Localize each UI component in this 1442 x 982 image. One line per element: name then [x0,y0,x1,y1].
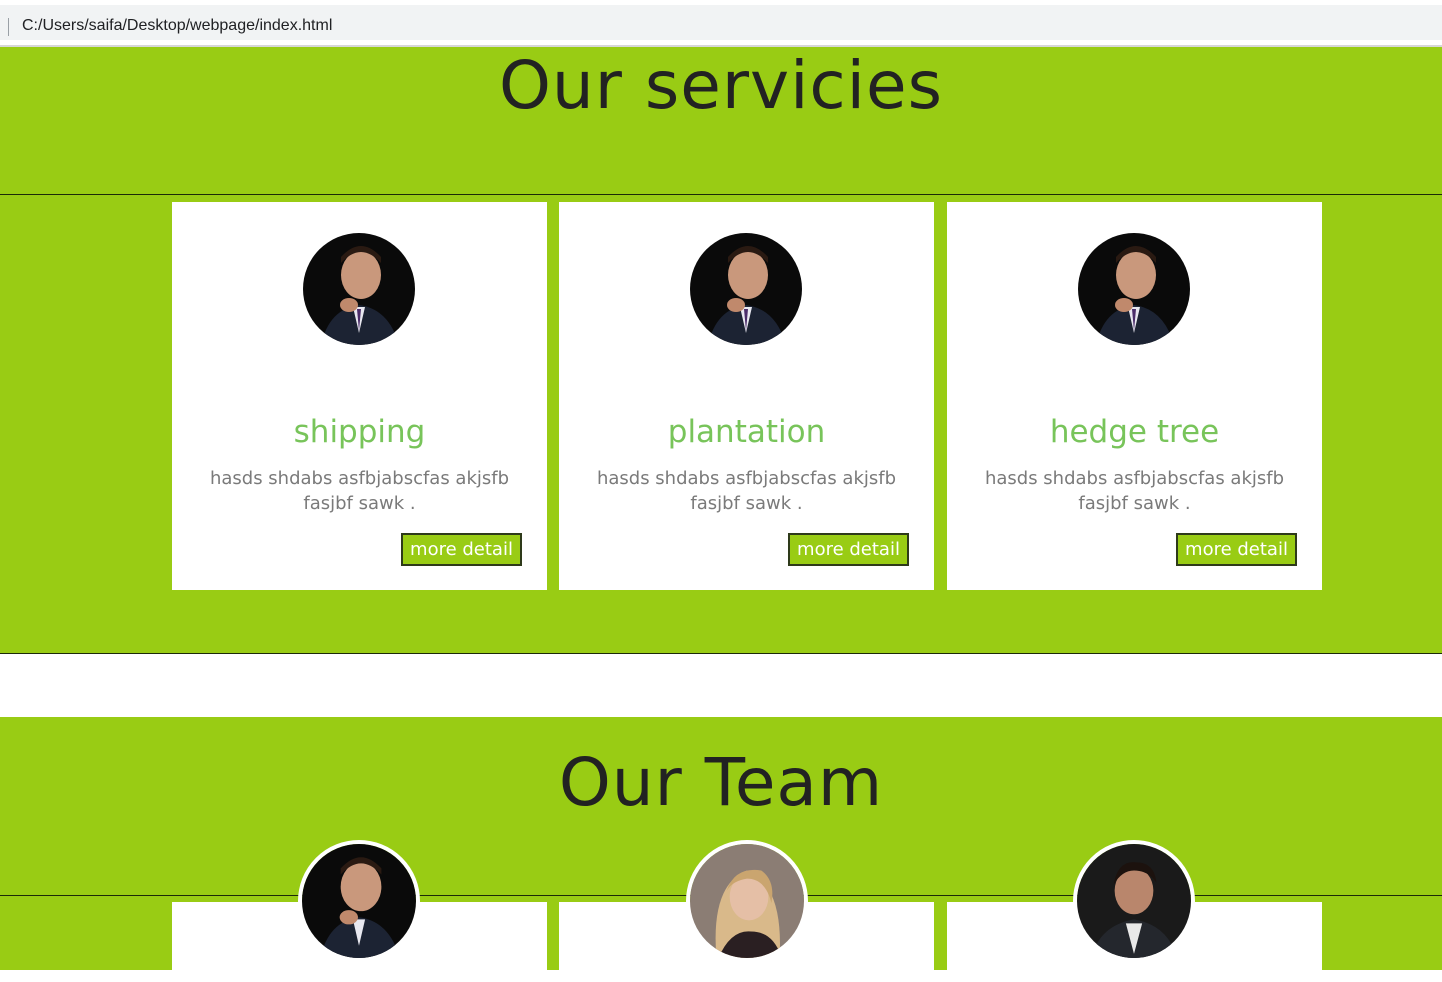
more-detail-button[interactable]: more detail [788,533,909,566]
services-divider [0,194,1442,195]
service-title: plantation [667,414,826,450]
person-avatar-icon [1078,233,1190,345]
service-card-shipping: shipping hasds shdabs asfbjabscfas akjsf… [172,202,547,590]
service-description: hasds shdabs asfbjabscfas akjsfb fasjbf … [984,468,1285,514]
team-member-avatar-icon [1073,840,1195,962]
service-description: hasds shdabs asfbjabscfas akjsfb fasjbf … [596,468,897,514]
team-member-avatar-icon [686,840,808,962]
person-avatar-icon [690,233,802,345]
service-title: shipping [293,414,426,450]
service-card-hedge-tree: hedge tree hasds shdabs asfbjabscfas akj… [947,202,1322,590]
url-text[interactable]: C:/Users/saifa/Desktop/webpage/index.htm… [22,17,332,35]
person-avatar-icon [303,233,415,345]
service-title: hedge tree [1049,414,1220,450]
more-detail-button[interactable]: more detail [1176,533,1297,566]
service-description: hasds shdabs asfbjabscfas akjsfb fasjbf … [209,468,510,514]
team-title: Our Team [558,744,884,821]
service-card-plantation: plantation hasds shdabs asfbjabscfas akj… [559,202,934,590]
browser-address-bar: C:/Users/saifa/Desktop/webpage/index.htm… [0,0,1442,47]
services-title: Our servicies [498,47,944,124]
separator [8,18,9,36]
more-detail-button[interactable]: more detail [401,533,522,566]
url-field[interactable]: C:/Users/saifa/Desktop/webpage/index.htm… [0,5,1442,40]
team-member-avatar-icon [298,840,420,962]
